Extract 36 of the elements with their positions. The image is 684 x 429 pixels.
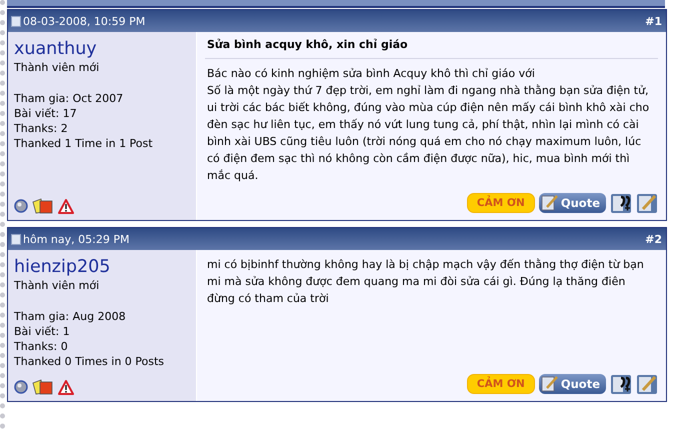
multi-quote-button[interactable] xyxy=(610,192,632,214)
post-date: hôm nay, 05:29 PM xyxy=(23,232,130,246)
quote-button[interactable]: Quote xyxy=(538,193,606,213)
post-number-link[interactable]: #1 xyxy=(645,14,662,28)
report-warning-icon[interactable] xyxy=(58,198,74,214)
post-message: mi có bịbinhf thường không hay là bị chập mạch vậy đến thằng thợ điện từ bạn mi mà sửa không được đem quang ma mi đòi sửa cái gì. Đúng lạ thăng điên đừng có tham của trời xyxy=(207,257,645,307)
post-title: Sửa bình acquy khô, xin chỉ giáo xyxy=(205,38,658,59)
user-stat: Thanks: 0 xyxy=(14,339,69,354)
user-stat: Tham gia: Aug 2008 xyxy=(14,309,127,324)
user-stat: Thanked 1 Time in 1 Post xyxy=(14,136,154,151)
user-stat: Thanked 0 Times in 0 Posts xyxy=(14,354,166,369)
multi-quote-button[interactable] xyxy=(610,373,632,395)
document-pen-icon xyxy=(540,194,559,212)
offline-status-icon xyxy=(14,199,28,213)
document-icon xyxy=(11,234,21,244)
document-pen-icon xyxy=(540,375,559,393)
user-stat: Thanks: 2 xyxy=(14,121,69,136)
username-link[interactable]: hienzip205 xyxy=(14,256,190,278)
user-rank: Thành viên mới xyxy=(14,279,100,292)
reputation-cards-icon[interactable] xyxy=(32,198,54,214)
post-message: Số là một ngày thứ 7 đẹp trời, em nghỉ làm đi ngang nhà thằng bạn sửa điện tử, ui trời các bác biết không, đúng vào mùa cúp điện nên mấy cái bình khô xài cho đèn sạc hư liên tục, em thấy nó vứt lung tung cả, phí thật, nhìn lại mình có cài bình xài UBS cũng tiêu luôn (trời nóng quá em cho nó chạy maximum luôn, lúc có điện đem sạc thì nó không còn cầm điện được nữa), hic, mua bình mới thì mắc quá. xyxy=(207,83,650,184)
user-rank: Thành viên mới xyxy=(14,61,100,74)
reputation-cards-icon[interactable] xyxy=(32,379,54,395)
user-stat: Tham gia: Oct 2007 xyxy=(14,91,124,106)
user-stat: Bài viết: 17 xyxy=(14,106,78,121)
post-date: 08-03-2008, 10:59 PM xyxy=(23,14,146,28)
document-icon xyxy=(11,16,21,26)
username-link[interactable]: xuanthuy xyxy=(14,38,190,60)
quote-button[interactable]: Quote xyxy=(538,374,606,394)
post-message: Bác nào có kinh nghiệm sửa bình Acquy khô thì chỉ giáo với xyxy=(207,66,536,82)
user-stat: Bài viết: 1 xyxy=(14,324,71,339)
edit-button[interactable] xyxy=(636,192,658,214)
post-number-link[interactable]: #2 xyxy=(645,232,662,246)
report-warning-icon[interactable] xyxy=(58,380,74,394)
offline-status-icon xyxy=(14,380,28,394)
edit-button[interactable] xyxy=(636,373,658,395)
